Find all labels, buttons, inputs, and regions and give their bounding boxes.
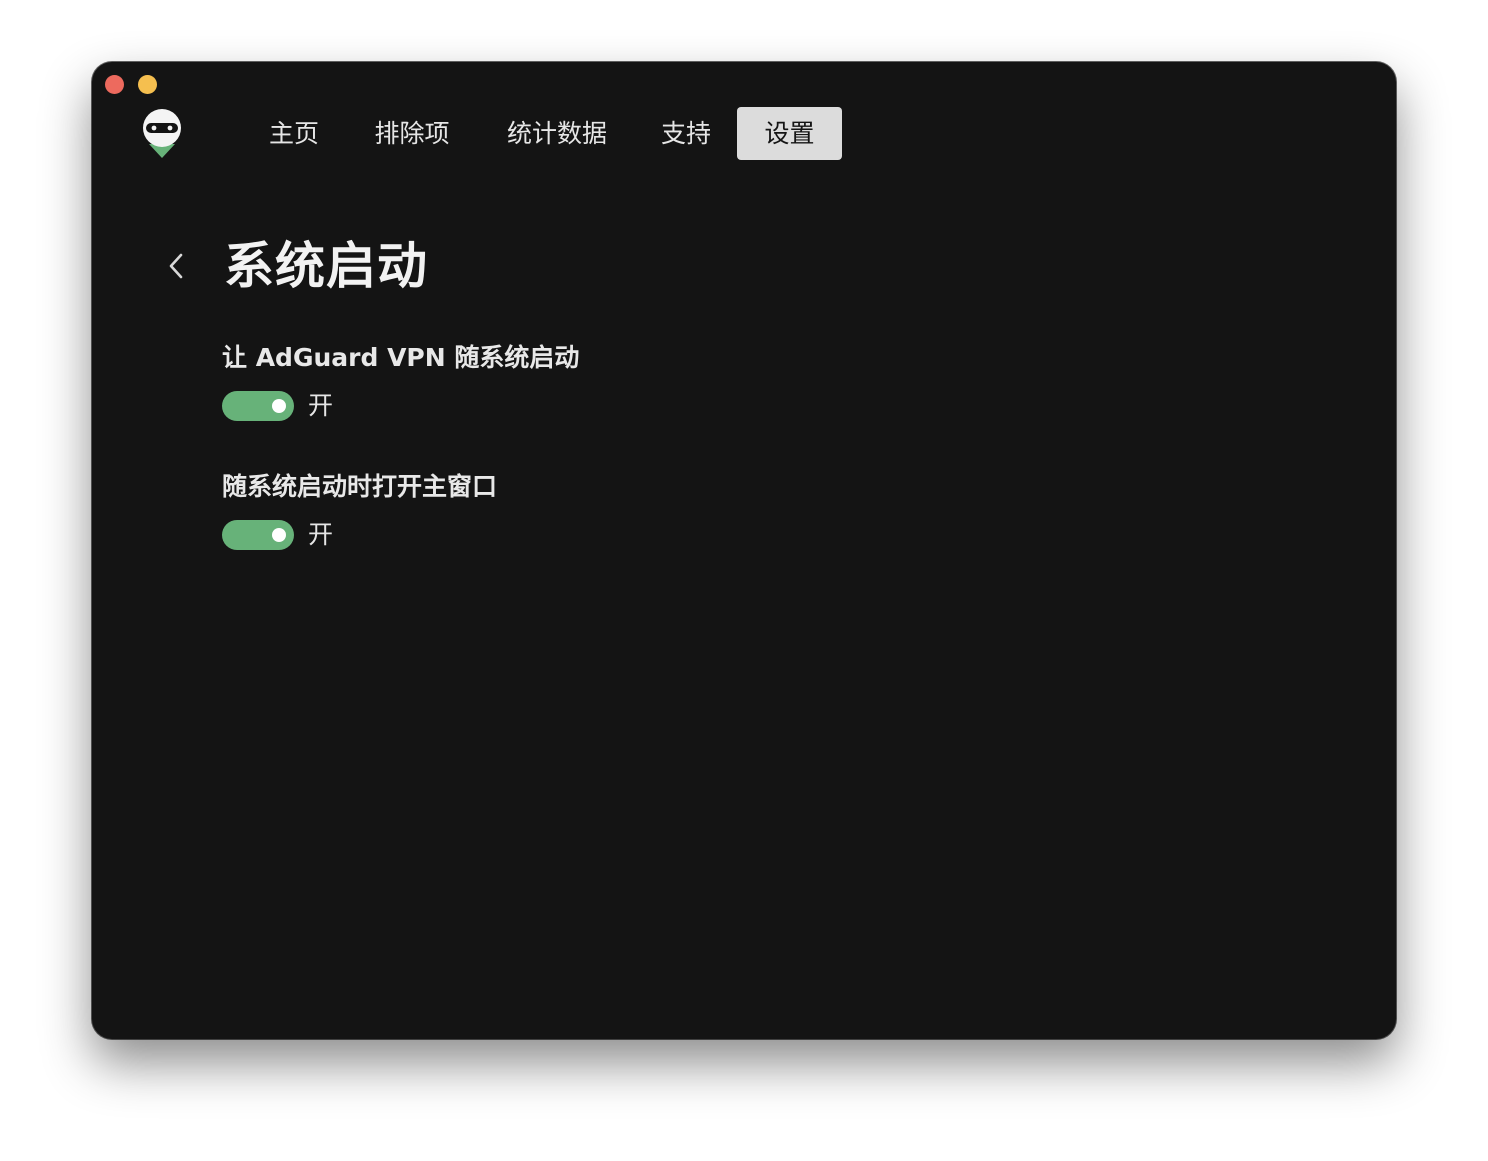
tab-settings[interactable]: 设置 xyxy=(737,107,842,160)
page-title: 系统启动 xyxy=(224,237,428,295)
setting-launch-at-startup: 让 AdGuard VPN 随系统启动 开 xyxy=(222,341,579,423)
chevron-left-icon[interactable] xyxy=(162,246,192,286)
window-minimize-button[interactable] xyxy=(138,75,157,94)
open-main-window-toggle[interactable] xyxy=(222,520,294,550)
launch-at-startup-toggle[interactable] xyxy=(222,391,294,421)
setting-label: 随系统启动时打开主窗口 xyxy=(222,472,498,501)
toggle-knob xyxy=(272,528,286,542)
toggle-knob xyxy=(272,399,286,413)
toggle-state-label: 开 xyxy=(308,391,334,420)
toggle-row: 开 xyxy=(222,389,579,423)
setting-label: 让 AdGuard VPN 随系统启动 xyxy=(222,343,580,372)
window-close-button[interactable] xyxy=(105,75,124,94)
setting-open-main-window: 随系统启动时打开主窗口 开 xyxy=(222,470,497,552)
tab-exclusions[interactable]: 排除项 xyxy=(364,107,460,160)
app-window: 主页 排除项 统计数据 支持 设置 系统启动 让 AdGuard VPN 随系统… xyxy=(92,62,1396,1039)
toggle-row: 开 xyxy=(222,518,497,552)
adguard-robot-logo-icon xyxy=(143,109,181,158)
tab-home[interactable]: 主页 xyxy=(262,107,326,160)
tab-statistics[interactable]: 统计数据 xyxy=(497,107,617,160)
toggle-state-label: 开 xyxy=(308,520,334,549)
tab-support[interactable]: 支持 xyxy=(654,107,718,160)
